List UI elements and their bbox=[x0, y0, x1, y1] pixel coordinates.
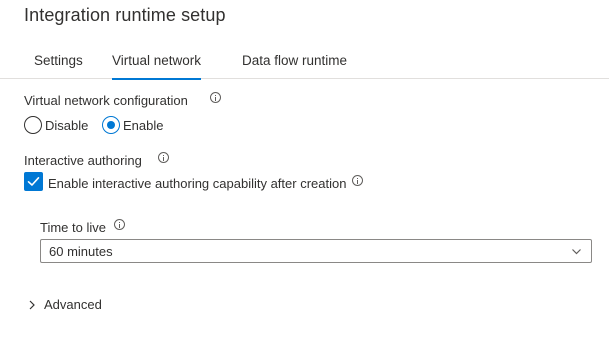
info-icon[interactable] bbox=[114, 219, 125, 230]
info-icon[interactable] bbox=[158, 152, 169, 163]
panel-title: Integration runtime setup bbox=[24, 5, 226, 25]
advanced-label: Advanced bbox=[44, 297, 102, 312]
interactive-authoring-checkbox-label[interactable]: Enable interactive authoring capability … bbox=[48, 176, 346, 191]
vnet-config-label: Virtual network configuration bbox=[24, 93, 188, 108]
chevron-down-icon bbox=[572, 249, 581, 255]
advanced-expander[interactable]: Advanced bbox=[27, 296, 117, 314]
chevron-right-icon bbox=[29, 300, 35, 310]
time-to-live-dropdown[interactable]: 60 minutes bbox=[40, 239, 592, 263]
interactive-authoring-checkbox[interactable] bbox=[24, 172, 43, 191]
vnet-disable-radio[interactable] bbox=[24, 116, 42, 134]
vnet-enable-radio[interactable] bbox=[102, 116, 120, 134]
tab-bar: Settings Virtual network Data flow runti… bbox=[0, 48, 609, 80]
time-to-live-label: Time to live bbox=[40, 220, 106, 235]
info-icon[interactable] bbox=[352, 175, 363, 186]
tab-settings[interactable]: Settings bbox=[34, 53, 83, 79]
interactive-authoring-label: Interactive authoring bbox=[24, 153, 142, 168]
vnet-disable-label[interactable]: Disable bbox=[45, 118, 88, 133]
checkmark-icon bbox=[27, 177, 40, 186]
tab-data-flow-runtime[interactable]: Data flow runtime bbox=[242, 53, 347, 79]
integration-runtime-setup-panel: Integration runtime setup Settings Virtu… bbox=[0, 0, 609, 347]
vnet-enable-label[interactable]: Enable bbox=[123, 118, 163, 133]
info-icon[interactable] bbox=[210, 92, 221, 103]
tab-virtual-network[interactable]: Virtual network bbox=[112, 53, 202, 80]
time-to-live-value: 60 minutes bbox=[49, 244, 113, 259]
